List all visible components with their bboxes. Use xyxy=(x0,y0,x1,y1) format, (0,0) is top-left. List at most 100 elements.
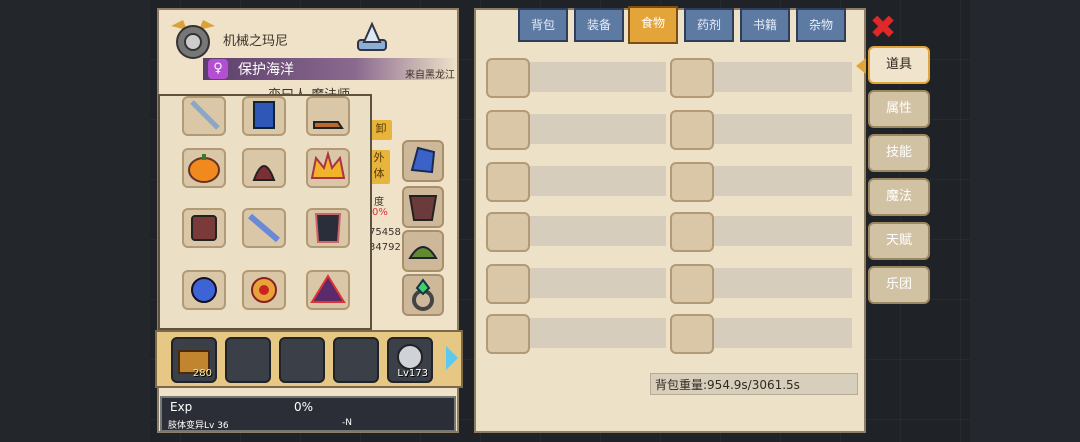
appearance-label-1: 外 xyxy=(373,151,385,164)
chest-count: 280 xyxy=(192,368,212,379)
appearance-label-2: 体 xyxy=(373,167,385,180)
companion-level: Lv173 xyxy=(397,368,428,379)
unequip-label[interactable]: 卸 xyxy=(370,120,392,140)
inventory-cell[interactable] xyxy=(530,114,666,144)
left-decoration xyxy=(0,0,150,442)
popup-slot[interactable] xyxy=(306,208,350,248)
sidebar-item-talent[interactable]: 天赋 xyxy=(868,222,930,260)
inventory-cell[interactable] xyxy=(714,216,852,246)
inventory-cell[interactable] xyxy=(714,114,852,144)
inventory-cell-icon[interactable] xyxy=(670,110,714,150)
equip-slot-armor[interactable] xyxy=(402,186,444,228)
tab-backpack[interactable]: 背包 xyxy=(518,8,568,42)
inventory-cell-icon[interactable] xyxy=(486,58,530,98)
tab-equipment[interactable]: 装备 xyxy=(574,8,624,42)
exp-right-text: -N xyxy=(342,418,352,428)
popup-slot[interactable] xyxy=(182,270,226,310)
equip-slot-ring[interactable] xyxy=(402,274,444,316)
demon-wing-icon xyxy=(310,274,346,303)
inventory-cell[interactable] xyxy=(714,62,852,92)
stat-value-2: 34792 xyxy=(369,242,401,253)
popup-slot[interactable] xyxy=(182,208,226,248)
helmet-icon[interactable] xyxy=(354,20,390,54)
inventory-cell[interactable] xyxy=(530,318,666,348)
pumpkin-icon xyxy=(188,154,220,183)
active-tab-pointer-icon xyxy=(856,58,866,74)
inventory-cell-icon[interactable] xyxy=(486,314,530,354)
emerald-ring-icon xyxy=(412,278,434,311)
popup-slot[interactable] xyxy=(306,148,350,188)
quick-slot-bar: 280 Lv173 xyxy=(155,330,463,388)
blue-orb-icon xyxy=(191,277,217,303)
mask-icon xyxy=(314,213,342,243)
great-sword-icon xyxy=(248,213,280,243)
treasure-chest-slot[interactable]: 280 xyxy=(171,337,217,383)
sidebar-item-items[interactable]: 道具 xyxy=(868,46,930,84)
green-helmet-icon xyxy=(408,246,438,259)
backpack-weight: 背包重量:954.9s/3061.5s xyxy=(650,373,858,395)
empty-slot[interactable] xyxy=(333,337,379,383)
inventory-cell-icon[interactable] xyxy=(670,264,714,304)
equipment-popup xyxy=(158,94,372,330)
popup-slot[interactable] xyxy=(242,208,286,248)
armor-icon xyxy=(408,195,438,221)
inventory-cell-icon[interactable] xyxy=(486,212,530,252)
gold-amulet-icon xyxy=(251,277,277,303)
sword-icon xyxy=(190,100,220,130)
inventory-cell-icon[interactable] xyxy=(670,212,714,252)
tab-books[interactable]: 书籍 xyxy=(740,8,790,42)
popup-slot[interactable] xyxy=(306,270,350,310)
equip-slot-gloves[interactable] xyxy=(402,140,444,182)
popup-slot[interactable] xyxy=(182,148,226,188)
exp-value: 0% xyxy=(294,400,314,414)
inventory-cell-icon[interactable] xyxy=(486,264,530,304)
sidebar-item-attributes[interactable]: 属性 xyxy=(868,90,930,128)
stat-label: 度 xyxy=(374,197,384,208)
blue-gauntlet-icon xyxy=(253,101,275,129)
next-arrow-icon[interactable] xyxy=(446,346,458,370)
sidebar-item-skills[interactable]: 技能 xyxy=(868,134,930,172)
sidebar-item-magic[interactable]: 魔法 xyxy=(868,178,930,216)
popup-slot[interactable] xyxy=(306,96,350,136)
sidebar-item-band[interactable]: 乐团 xyxy=(868,266,930,304)
inventory-cell[interactable] xyxy=(714,318,852,348)
popup-slot[interactable] xyxy=(242,148,286,188)
gauntlet-icon xyxy=(410,146,436,174)
tab-food[interactable]: 食物 xyxy=(628,6,678,44)
inventory-cell-icon[interactable] xyxy=(486,162,530,202)
inventory-cell[interactable] xyxy=(530,216,666,246)
companion-slot[interactable]: Lv173 xyxy=(387,337,433,383)
close-icon[interactable]: ✖ xyxy=(866,10,900,44)
winged-emblem-icon xyxy=(171,20,215,59)
mutation-level: 肢体变异Lv 36 xyxy=(168,421,229,431)
inventory-cell-icon[interactable] xyxy=(670,162,714,202)
claw-icon xyxy=(252,165,276,181)
inventory-cell[interactable] xyxy=(714,268,852,298)
stat-value-1: 75458 xyxy=(369,227,401,238)
tab-misc[interactable]: 杂物 xyxy=(796,8,846,42)
chest-armor-icon xyxy=(191,215,217,241)
exp-label: Exp xyxy=(170,400,193,414)
popup-slot[interactable] xyxy=(182,96,226,136)
equip-slot-helmet[interactable] xyxy=(402,230,444,272)
inventory-cell[interactable] xyxy=(530,166,666,196)
popup-slot[interactable] xyxy=(242,270,286,310)
inventory-cell[interactable] xyxy=(714,166,852,196)
empty-slot[interactable] xyxy=(279,337,325,383)
inventory-cell[interactable] xyxy=(530,268,666,298)
popup-slot[interactable] xyxy=(242,96,286,136)
character-name: 机械之玛尼 xyxy=(223,34,289,49)
origin-text: 来自黑龙江 xyxy=(405,70,455,81)
gender-badge: ♀ xyxy=(208,59,228,79)
inventory-cell-icon[interactable] xyxy=(486,110,530,150)
crown-icon xyxy=(310,150,346,179)
boot-icon xyxy=(313,121,344,129)
inventory-cell-icon[interactable] xyxy=(670,58,714,98)
character-title: 保护海洋 xyxy=(238,62,294,78)
tab-potions[interactable]: 药剂 xyxy=(684,8,734,42)
inventory-cell[interactable] xyxy=(530,62,666,92)
empty-slot[interactable] xyxy=(225,337,271,383)
stat-percent: 0% xyxy=(372,207,388,218)
right-decoration xyxy=(970,0,1080,442)
inventory-cell-icon[interactable] xyxy=(670,314,714,354)
